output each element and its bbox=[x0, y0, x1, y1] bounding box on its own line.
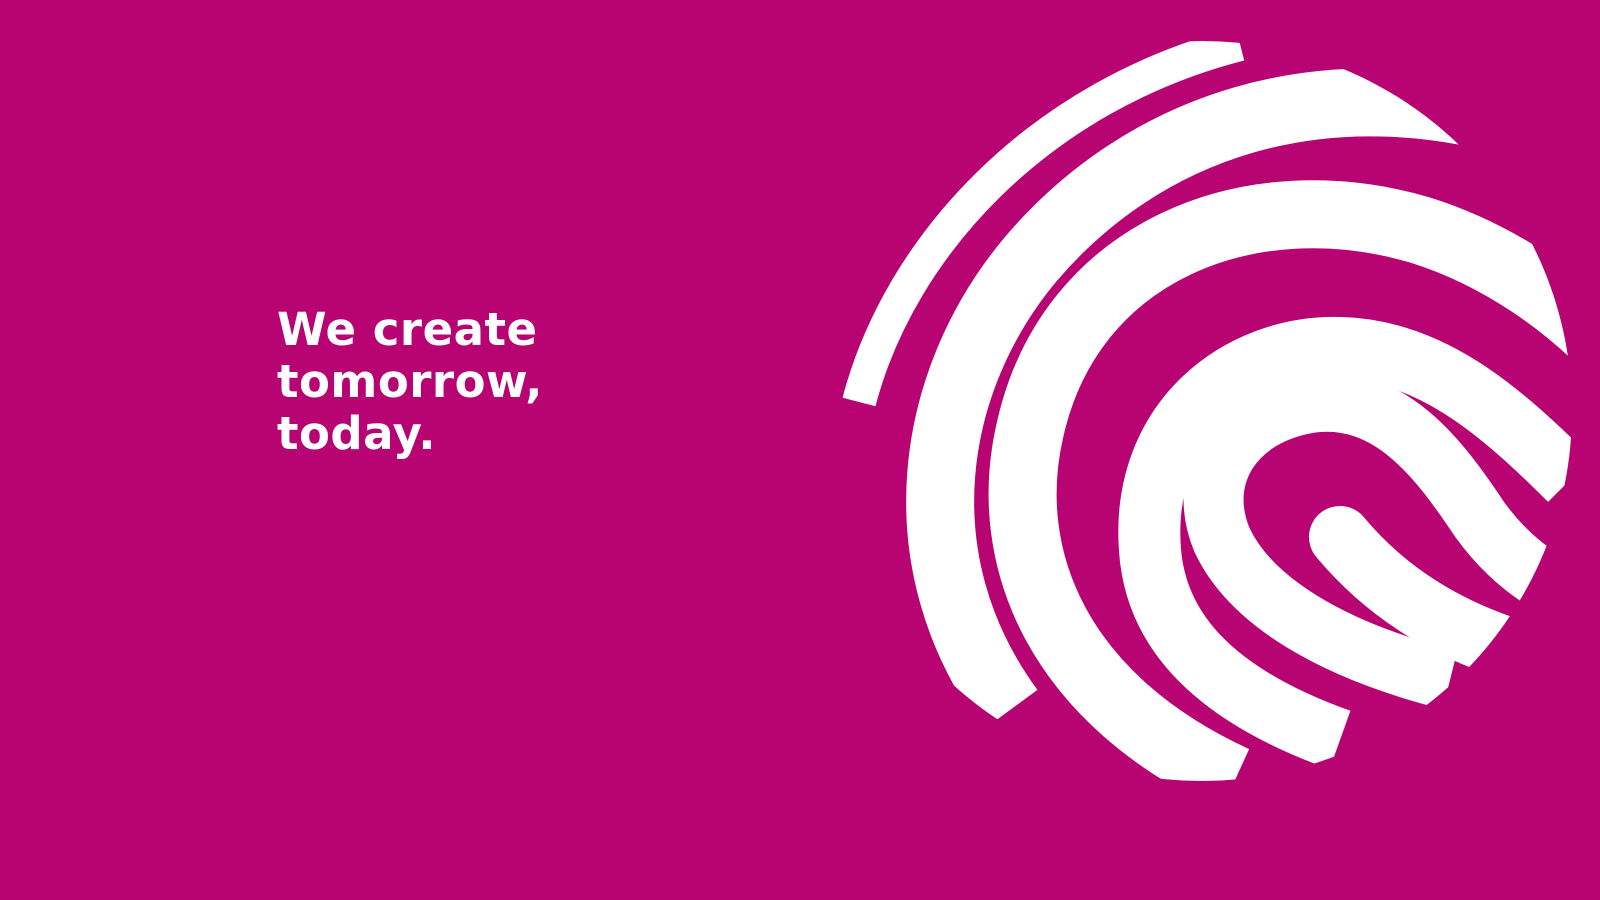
fingerprint-ridge-3 bbox=[988, 180, 1572, 781]
fingerprint-logo-icon bbox=[842, 41, 1572, 781]
slide-background: We create tomorrow, today. bbox=[0, 0, 1600, 900]
